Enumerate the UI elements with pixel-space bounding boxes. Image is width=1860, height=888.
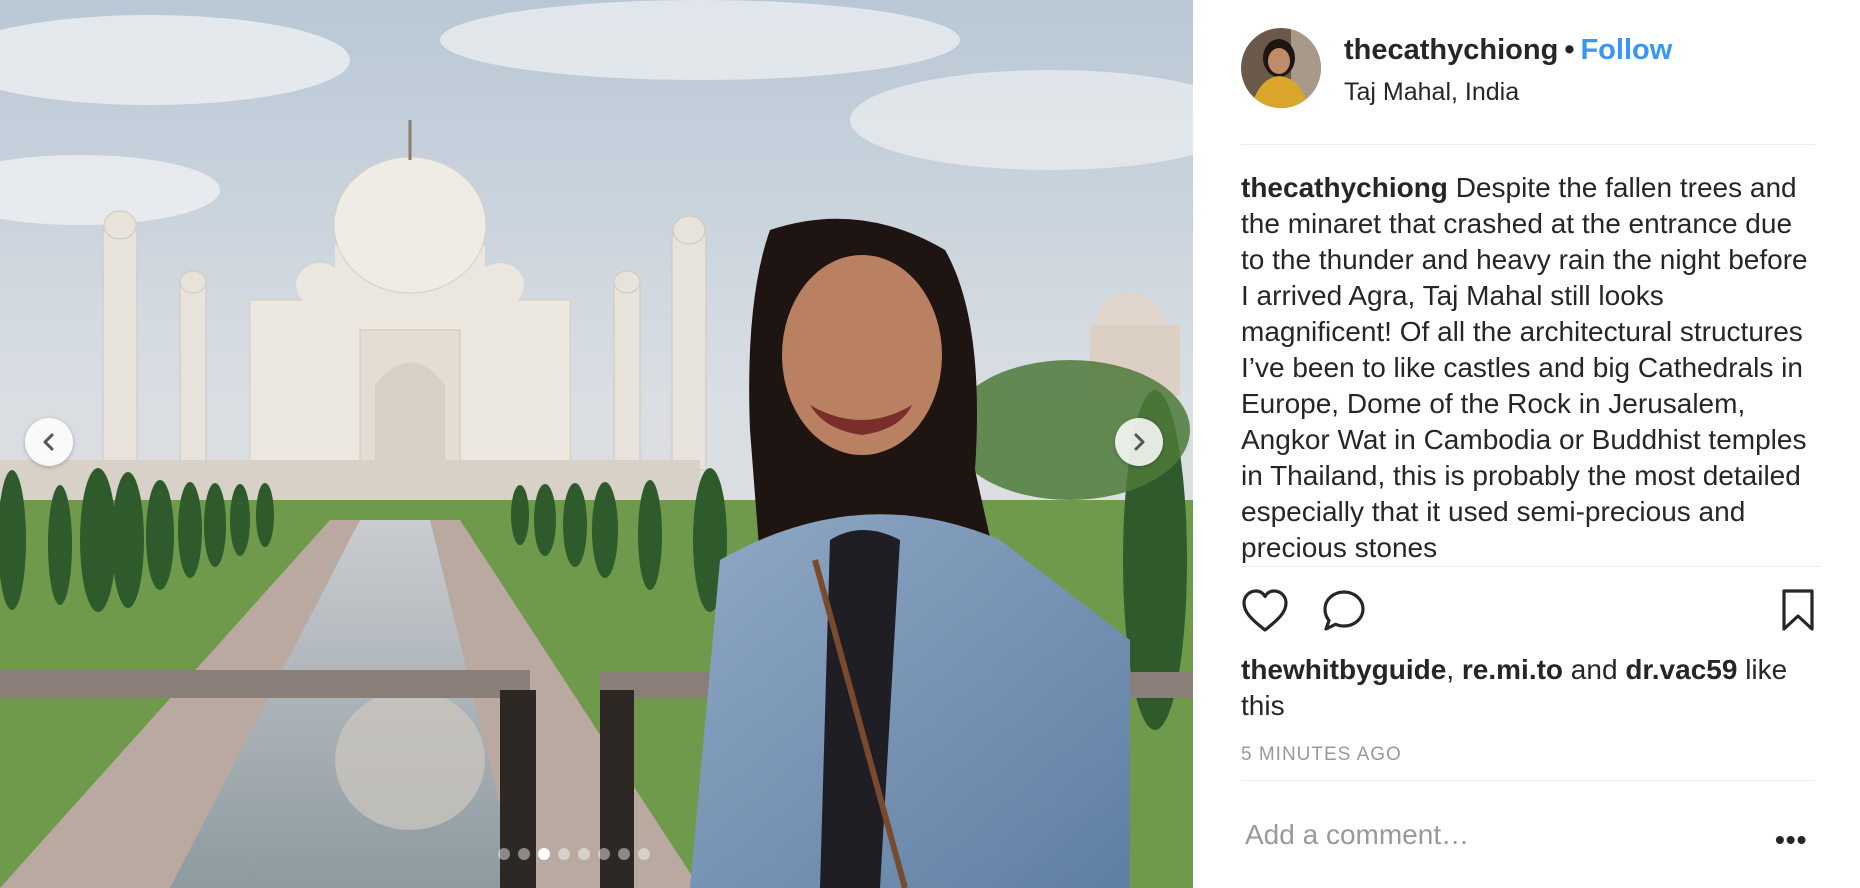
likes-summary: thewhitbyguide, re.mi.to and dr.vac59 li…: [1241, 652, 1821, 724]
bookmark-icon: [1782, 589, 1814, 631]
next-slide-button[interactable]: [1115, 418, 1163, 466]
avatar[interactable]: [1241, 28, 1321, 108]
liker-username[interactable]: re.mi.to: [1462, 654, 1563, 685]
divider: [1241, 780, 1815, 781]
taj-mahal-photo: [0, 0, 1193, 888]
likes-and: and: [1563, 654, 1626, 685]
chevron-right-icon: [1134, 433, 1145, 451]
post-timestamp[interactable]: 5 MINUTES AGO: [1241, 744, 1402, 766]
speech-bubble-icon: [1323, 590, 1365, 631]
post-location[interactable]: Taj Mahal, India: [1344, 78, 1519, 107]
more-options-button[interactable]: •••: [1775, 826, 1807, 854]
caption-username[interactable]: thecathychiong: [1241, 172, 1448, 203]
follow-button[interactable]: Follow: [1580, 34, 1672, 66]
chevron-left-icon: [43, 433, 54, 451]
carousel-dot: [518, 848, 530, 860]
carousel-dot: [618, 848, 630, 860]
previous-slide-button[interactable]: [25, 418, 73, 466]
carousel-indicator: [498, 848, 650, 860]
separator-dot: •: [1564, 34, 1575, 66]
comment-button[interactable]: [1321, 588, 1367, 639]
comment-input[interactable]: [1245, 815, 1725, 855]
like-button[interactable]: [1241, 588, 1289, 639]
carousel-dot: [638, 848, 650, 860]
carousel-dot: [598, 848, 610, 860]
carousel-dot: [578, 848, 590, 860]
liker-username[interactable]: thewhitbyguide: [1241, 654, 1446, 685]
post-author-username[interactable]: thecathychiong: [1344, 34, 1558, 66]
save-button[interactable]: [1781, 588, 1815, 637]
action-bar: [1241, 588, 1815, 638]
caption-text: Despite the fallen trees and the minaret…: [1241, 172, 1808, 563]
instagram-post: thecathychiong • Follow Taj Mahal, India t…: [0, 0, 1860, 888]
post-details-panel: thecathychiong • Follow Taj Mahal, India t…: [1193, 0, 1860, 888]
carousel-dot: [558, 848, 570, 860]
carousel-dot-active: [538, 848, 550, 860]
heart-icon: [1242, 589, 1288, 632]
post-photo[interactable]: [0, 0, 1193, 888]
carousel-dot: [498, 848, 510, 860]
profile-photo: [1241, 28, 1321, 108]
liker-username[interactable]: dr.vac59: [1625, 654, 1737, 685]
post-caption: thecathychiong Despite the fallen trees …: [1241, 170, 1821, 567]
likes-comma: ,: [1446, 654, 1462, 685]
post-header: thecathychiong • Follow Taj Mahal, India: [1241, 24, 1815, 145]
